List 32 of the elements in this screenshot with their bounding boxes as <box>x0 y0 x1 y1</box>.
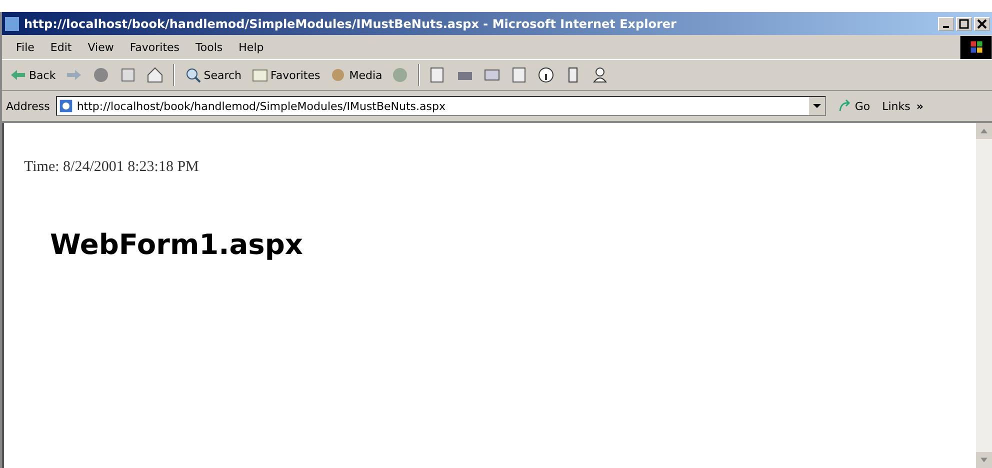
window-title: http://localhost/book/handlemod/SimpleModules/IMustBeNuts.aspx - Microsoft Internet Explorer <box>24 16 678 30</box>
close-icon <box>977 18 987 28</box>
more-links-button[interactable]: » <box>916 100 924 112</box>
close-button[interactable] <box>974 16 990 30</box>
dropdown-icon[interactable] <box>808 97 825 115</box>
back-button[interactable]: Back <box>6 66 59 84</box>
go-button[interactable]: Go <box>832 99 876 113</box>
menu-item[interactable]: Tools <box>188 40 231 54</box>
maximize-button[interactable] <box>956 16 972 30</box>
home-icon <box>146 66 164 84</box>
address-field[interactable]: http://localhost/book/handlemod/SimpleModules/IMustBeNuts.aspx <box>56 96 826 116</box>
page-icon <box>58 99 73 113</box>
info-icon <box>537 66 556 84</box>
media-button[interactable]: Media <box>326 66 386 84</box>
menu-item[interactable]: Help <box>230 40 272 54</box>
menu-item[interactable]: Favorites <box>122 40 188 54</box>
minimize-icon <box>943 26 949 28</box>
windows-logo-icon <box>960 36 992 58</box>
time-text: Time: 8/24/2001 8:23:18 PM <box>24 159 200 176</box>
arrow-icon <box>838 99 852 113</box>
minimize-button[interactable] <box>938 16 954 30</box>
menu-item[interactable]: File <box>8 40 42 54</box>
page-heading: WebForm1.aspx <box>50 228 304 261</box>
links-button[interactable]: Links <box>882 100 910 112</box>
search-icon <box>184 66 202 84</box>
address-label: Address <box>6 100 50 112</box>
favorites-button[interactable]: Favorites <box>248 66 324 84</box>
messenger-icon <box>591 66 610 84</box>
search-button[interactable]: Search <box>180 66 245 84</box>
menu-item[interactable]: View <box>80 40 122 54</box>
menu-item[interactable]: Edit <box>42 40 80 54</box>
maximize-icon <box>959 18 969 28</box>
